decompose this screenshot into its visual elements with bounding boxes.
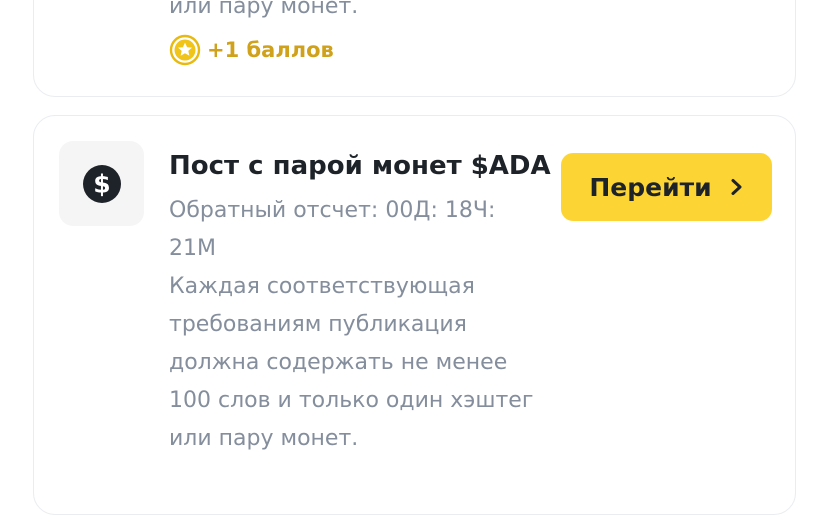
previous-task-card: или пару монет. +1 баллов — [33, 0, 796, 97]
description-line-2: требованиям публикация — [169, 312, 467, 337]
points-reward: +1 баллов — [169, 34, 334, 66]
description-line-3: должна содержать не менее — [169, 350, 508, 375]
task-details: Обратный отсчет: 00Д: 18Ч: 21М Каждая со… — [169, 192, 544, 458]
description-line-1: Каждая соответствующая — [169, 274, 475, 299]
task-card: $ Пост с парой монет $ADA Обратный отсче… — [33, 115, 796, 515]
countdown-line-2: 21М — [169, 236, 216, 261]
chevron-right-icon — [731, 179, 742, 195]
task-title: Пост с парой монет $ADA — [169, 151, 551, 181]
countdown-line-1: Обратный отсчет: 00Д: 18Ч: — [169, 198, 496, 223]
description-line-5: или пару монет. — [169, 426, 359, 451]
points-label: +1 баллов — [207, 38, 334, 62]
svg-text:$: $ — [93, 170, 110, 199]
go-button[interactable]: Перейти — [561, 153, 772, 221]
go-button-label: Перейти — [589, 172, 712, 202]
star-coin-icon — [169, 34, 201, 66]
description-line-4: 100 слов и только один хэштег — [169, 388, 534, 413]
previous-task-description: или пару монет. — [169, 0, 359, 19]
dollar-icon: $ — [83, 165, 121, 203]
task-icon-box: $ — [59, 141, 144, 226]
